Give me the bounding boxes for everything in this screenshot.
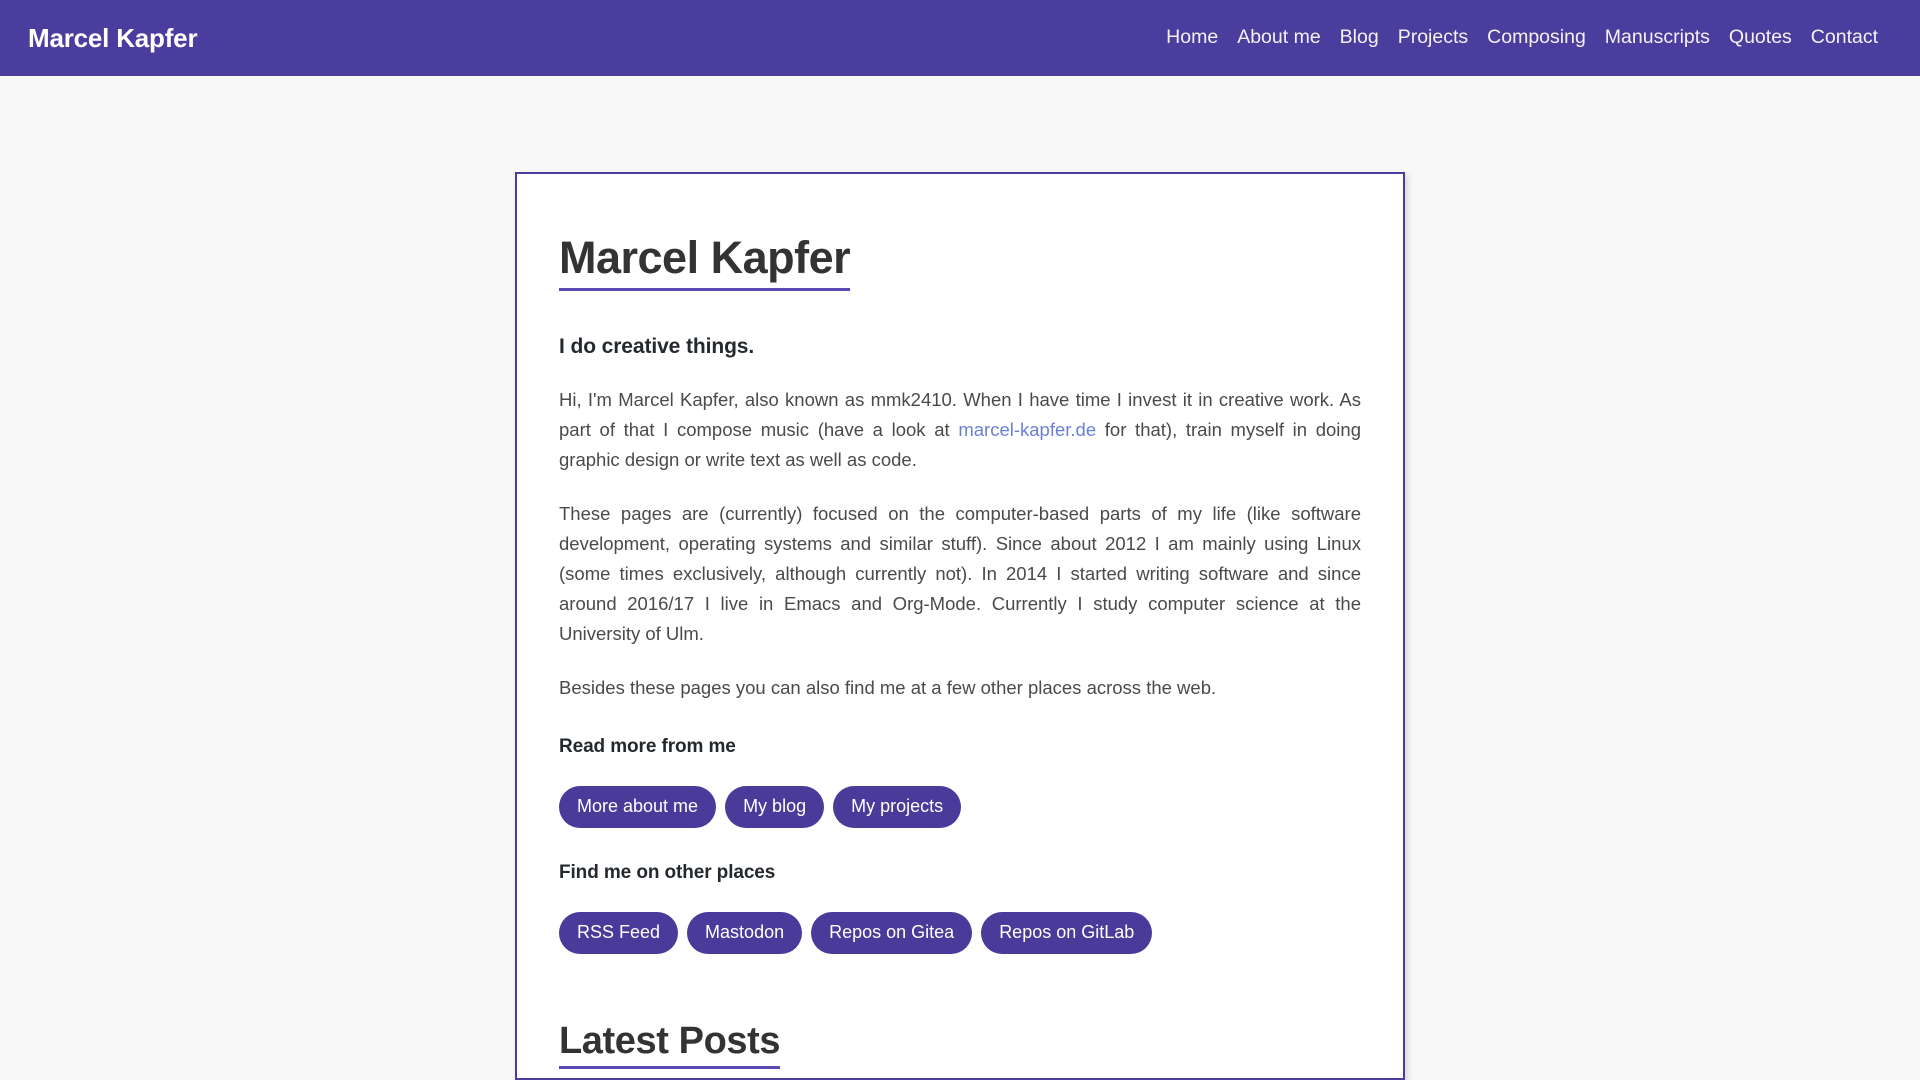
elsewhere-paragraph: Besides these pages you can also find me…	[559, 676, 1217, 698]
rss-feed-button[interactable]: RSS Feed	[559, 912, 679, 955]
nav-item-contact[interactable]: Contact	[1811, 28, 1878, 48]
mastodon-button[interactable]: Mastodon	[687, 912, 803, 955]
read-more-button-row: More about me My blog My projects	[559, 786, 1361, 829]
more-about-me-button[interactable]: More about me	[559, 786, 717, 829]
find-me-heading: Find me on other places	[559, 862, 776, 884]
intro-paragraph: Hi, I'm Marcel Kapfer, also known as mmk…	[559, 385, 1361, 475]
nav-item-about-me[interactable]: About me	[1237, 28, 1320, 48]
site-header: Marcel Kapfer Home About me Blog Project…	[0, 0, 1920, 76]
main-navigation: Home About me Blog Projects Composing Ma…	[1166, 28, 1888, 48]
site-brand-link[interactable]: Marcel Kapfer	[28, 25, 198, 51]
marcel-kapfer-de-link[interactable]: marcel-kapfer.de	[958, 419, 1096, 440]
content-card: Marcel Kapfer I do creative things. Hi, …	[515, 172, 1405, 1080]
repos-on-gitea-button[interactable]: Repos on Gitea	[811, 912, 973, 955]
nav-item-composing[interactable]: Composing	[1487, 28, 1586, 48]
nav-item-blog[interactable]: Blog	[1340, 28, 1379, 48]
latest-posts-title: Latest Posts	[559, 1020, 781, 1070]
page-body: Marcel Kapfer I do creative things. Hi, …	[0, 76, 1920, 1080]
nav-item-home[interactable]: Home	[1166, 28, 1218, 48]
page-title: Marcel Kapfer	[559, 232, 851, 291]
read-more-heading: Read more from me	[559, 736, 736, 758]
my-blog-button[interactable]: My blog	[725, 786, 825, 829]
nav-item-manuscripts[interactable]: Manuscripts	[1605, 28, 1710, 48]
my-projects-button[interactable]: My projects	[833, 786, 962, 829]
nav-item-projects[interactable]: Projects	[1398, 28, 1468, 48]
repos-on-gitlab-button[interactable]: Repos on GitLab	[981, 912, 1153, 955]
nav-item-quotes[interactable]: Quotes	[1729, 28, 1792, 48]
find-me-button-row: RSS Feed Mastodon Repos on Gitea Repos o…	[559, 912, 1361, 955]
about-paragraph: These pages are (currently) focused on t…	[559, 502, 1361, 644]
page-subtitle: I do creative things.	[559, 334, 755, 358]
